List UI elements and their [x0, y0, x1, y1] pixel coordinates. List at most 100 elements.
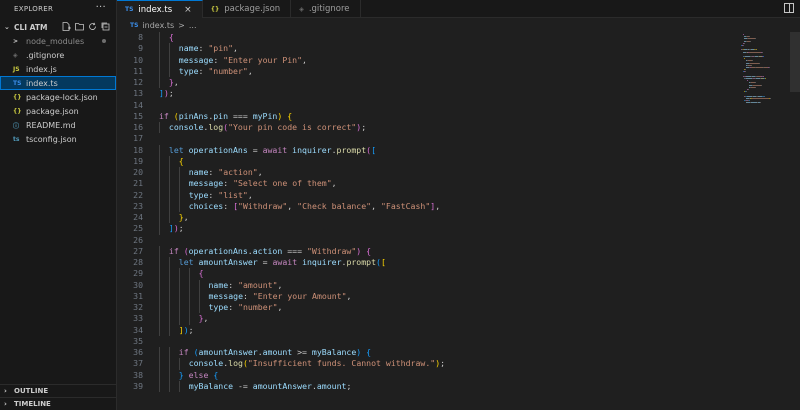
indent-guide — [159, 279, 160, 291]
collapse-all-icon[interactable] — [101, 21, 110, 31]
code-line: 12}, — [117, 77, 737, 89]
file-item-package-lock-json[interactable]: {} package-lock.json — [0, 90, 116, 104]
line-number: 28 — [133, 257, 143, 267]
code-token: inquirer — [302, 257, 342, 267]
minimap-token — [749, 62, 759, 64]
file-type-icon: JS — [13, 65, 20, 73]
code-text: name: "pin", — [179, 43, 238, 53]
tab-package-json[interactable]: {} package.json — [203, 0, 292, 18]
code-token: amountAnswer — [198, 257, 258, 267]
code-token: myBalance — [311, 347, 357, 357]
chevron-right-icon: › — [4, 400, 7, 408]
code-token: myBalance — [188, 380, 234, 391]
code-token: amount — [262, 347, 293, 357]
code-line: 19 { — [117, 155, 737, 167]
minimap-token — [752, 84, 762, 86]
code-token: , — [203, 313, 209, 324]
file-item-package-json[interactable]: {} package.json — [0, 104, 116, 118]
code-token: : — [243, 290, 253, 301]
code-line: 39 myBalance -= amountAnswer.amount; — [117, 380, 737, 392]
indent-guide — [168, 155, 170, 167]
indent-guide — [168, 178, 170, 190]
indent-guide — [188, 279, 190, 291]
code-line: 15 if (pinAns.pin === myPin) { — [117, 111, 737, 122]
code-text: { — [179, 156, 184, 166]
timeline-section[interactable]: › TIMELINE — [0, 397, 116, 410]
code-text: console.log("Insufficient funds. Cannot … — [189, 358, 445, 368]
line-number: 8 — [138, 32, 143, 42]
close-icon[interactable]: × — [184, 5, 192, 15]
split-editor-icon[interactable] — [784, 3, 794, 13]
code-line: 21 message: "Select one of them", — [117, 178, 737, 190]
outline-section[interactable]: › OUTLINE — [0, 384, 116, 397]
code-token: type — [178, 65, 199, 76]
tab-gitignore[interactable]: ◈ .gitignore — [291, 0, 361, 18]
line-number: 19 — [133, 155, 143, 166]
line-number: 26 — [133, 234, 143, 245]
code-token: "Check balance" — [297, 200, 372, 211]
minimap-token — [751, 60, 753, 62]
indent-guide — [168, 54, 170, 66]
new-file-icon[interactable] — [62, 21, 71, 31]
file-item-index-ts[interactable]: TS index.ts — [0, 76, 116, 90]
code-token: message — [188, 178, 224, 189]
code-token: name — [188, 167, 209, 177]
breadcrumb-file[interactable]: index.ts — [142, 21, 174, 30]
file-item-node-modules[interactable]: > node_modules — [0, 34, 116, 48]
code-token: log — [208, 122, 224, 132]
indent-guide — [159, 32, 160, 44]
code-line: 35 — [117, 336, 737, 347]
indent-guide — [168, 212, 170, 224]
breadcrumb-more[interactable]: ... — [189, 21, 197, 30]
folder-header[interactable]: ⌄ CLI ATM — [0, 20, 116, 34]
git-status-dot — [102, 39, 106, 43]
code-token: "amount" — [238, 279, 278, 290]
file-name: node_modules — [26, 36, 85, 46]
indent-guide — [188, 268, 190, 280]
breadcrumb: TS index.ts > ... — [117, 18, 800, 32]
code-token: prompt — [336, 144, 367, 155]
scrollbar[interactable] — [790, 32, 800, 92]
tab-index-ts[interactable]: TS index.ts × — [117, 0, 203, 18]
indent-guide — [159, 302, 160, 314]
code-token: amountAnswer — [252, 380, 312, 391]
file-type-icon: ◈ — [13, 51, 18, 59]
indent-guide — [159, 155, 160, 167]
more-actions-icon[interactable]: ··· — [96, 2, 106, 13]
explorer-sidebar: EXPLORER ··· ⌄ CLI ATM > node_modules ◈ .gi… — [0, 0, 117, 410]
indent-guide — [159, 313, 160, 325]
file-item-readme-md[interactable]: ⓘ README.md — [0, 118, 116, 132]
line-number: 13 — [133, 88, 143, 99]
new-folder-icon[interactable] — [75, 21, 84, 31]
code-token: else — [188, 369, 209, 380]
indent-guide — [168, 369, 170, 381]
code-token: , — [257, 167, 263, 177]
indent-guide — [178, 358, 180, 370]
code-token: operationAns — [188, 144, 248, 155]
minimap-token — [758, 62, 760, 64]
code-token: "Enter your Amount" — [252, 290, 347, 301]
code-line: 13]); — [117, 88, 737, 99]
file-name: package.json — [26, 106, 79, 116]
code-token: prompt — [346, 257, 377, 267]
code-editor[interactable]: 8{9 name: "pin", 10 message: "Enter your Pi… — [117, 32, 737, 410]
minimap-token — [760, 102, 762, 104]
line-number: 22 — [133, 189, 143, 200]
file-item-index-js[interactable]: JS index.js — [0, 62, 116, 76]
code-line: 26 — [117, 235, 737, 246]
indent-guide — [198, 290, 200, 302]
indent-guide — [159, 43, 160, 55]
code-text: if (pinAns.pin === myPin) { — [159, 111, 292, 121]
code-token: -= — [233, 380, 253, 391]
code-line: 32 type: "number", — [117, 302, 737, 314]
code-token: "Insufficient funds. Cannot withdraw." — [247, 358, 436, 369]
file-name: index.js — [26, 64, 57, 74]
file-item-gitignore[interactable]: ◈ .gitignore — [0, 48, 116, 62]
line-number: 16 — [133, 122, 143, 132]
line-number: 24 — [133, 212, 143, 222]
refresh-icon[interactable] — [88, 21, 97, 31]
file-item-tsconfig-json[interactable]: ts tsconfig.json — [0, 132, 116, 146]
timeline-label: TIMELINE — [14, 400, 51, 408]
line-number: 33 — [133, 313, 143, 324]
code-token: , — [435, 200, 441, 211]
